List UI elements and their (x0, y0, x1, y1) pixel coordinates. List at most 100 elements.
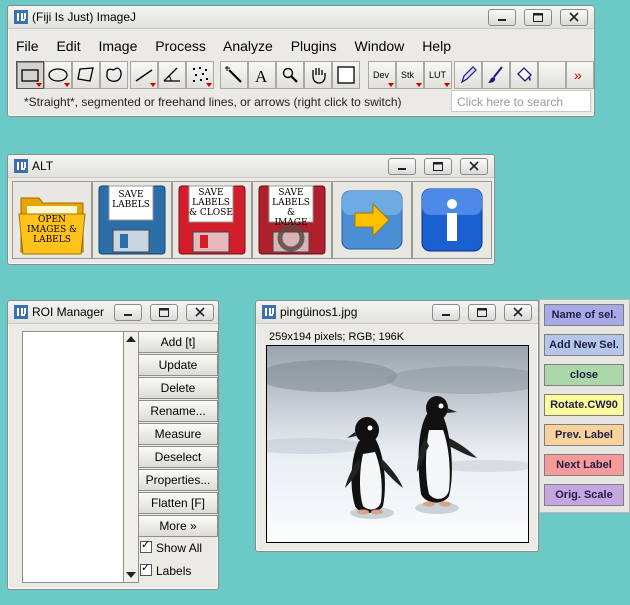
dev-menu-button[interactable]: Dev (368, 61, 396, 89)
color-picker-tool[interactable] (332, 61, 360, 89)
minimize-button[interactable] (387, 158, 416, 175)
alt-window: ALT OPEN IMAGES & LABELS SAVE LABELS SAV… (7, 154, 495, 265)
scroll-up-icon[interactable] (126, 336, 136, 342)
maximize-button[interactable] (423, 158, 452, 175)
imagej-logo-icon (14, 305, 28, 319)
imagej-logo-icon (262, 305, 276, 319)
hand-tool[interactable] (304, 61, 332, 89)
menu-edit[interactable]: Edit (56, 38, 80, 54)
update-button[interactable]: Update (138, 354, 218, 376)
polygon-tool[interactable] (72, 61, 100, 89)
orig-scale-button[interactable]: Orig. Scale (544, 484, 624, 506)
window-title: pingüinos1.jpg (280, 305, 358, 319)
maximize-button[interactable] (149, 304, 178, 321)
flatten-button[interactable]: Flatten [F] (138, 492, 218, 514)
show-all-checkbox[interactable]: Show All (140, 539, 202, 555)
window-title: (Fiji Is Just) ImageJ (32, 10, 137, 24)
checkbox-checked-icon (140, 539, 152, 553)
add-button[interactable]: Add [t] (138, 331, 218, 353)
alt-label-line: LABELS (192, 198, 230, 208)
menu-file[interactable]: File (16, 38, 39, 54)
measure-button[interactable]: Measure (138, 423, 218, 445)
flood-fill-icon (517, 67, 532, 82)
angle-icon (163, 67, 180, 82)
flood-fill-tool[interactable] (510, 61, 538, 89)
brush-tool[interactable] (482, 61, 510, 89)
alt-titlebar[interactable]: ALT (8, 155, 494, 178)
hand-icon (312, 68, 326, 84)
magnifier-tool[interactable] (276, 61, 304, 89)
prev-label-button[interactable]: Prev. Label (544, 424, 624, 446)
alt-label-line: IMAGE (274, 218, 308, 228)
pencil-icon (460, 66, 477, 84)
menu-process[interactable]: Process (155, 38, 206, 54)
more-button[interactable]: More » (138, 515, 218, 537)
angle-tool[interactable] (158, 61, 186, 89)
close-button[interactable] (560, 9, 588, 26)
roi-scrollbar[interactable] (123, 331, 139, 583)
more-tools-icon: » (574, 67, 582, 83)
roi-manager-window: ROI Manager Add [t] Update Delete Rename… (7, 300, 219, 590)
delete-button[interactable]: Delete (138, 377, 218, 399)
close-button[interactable] (504, 304, 532, 321)
svg-text:A: A (255, 67, 268, 86)
save-labels-close-button[interactable]: SAVE LABELS & CLOSE (172, 181, 252, 259)
rectangle-tool[interactable] (16, 61, 44, 89)
minimize-button[interactable] (113, 304, 142, 321)
oval-tool[interactable] (44, 61, 72, 89)
more-tools-button[interactable]: » (566, 61, 594, 89)
svg-text:LUT: LUT (429, 70, 447, 80)
imagej-logo-icon (14, 10, 28, 24)
window-title: ROI Manager (32, 305, 105, 319)
alt-label-line: LABELS (33, 235, 71, 245)
lut-menu-button[interactable]: LUT (424, 61, 452, 89)
minimize-button[interactable] (487, 9, 516, 26)
svg-text:Stk: Stk (401, 70, 415, 80)
wand-tool[interactable] (220, 61, 248, 89)
menu-image[interactable]: Image (98, 38, 137, 54)
text-tool[interactable]: A (248, 61, 276, 89)
stk-menu-button[interactable]: Stk (396, 61, 424, 89)
svg-text:»: » (574, 67, 582, 83)
info-button[interactable] (412, 181, 492, 259)
close-button[interactable] (460, 158, 488, 175)
status-text: *Straight*, segmented or freehand lines,… (24, 95, 402, 109)
labels-checkbox[interactable]: Labels (140, 562, 191, 578)
menu-analyze[interactable]: Analyze (223, 38, 273, 54)
freehand-tool[interactable] (100, 61, 128, 89)
imagej-window: (Fiji Is Just) ImageJ File Edit Image Pr… (7, 5, 595, 117)
save-labels-image-button[interactable]: SAVE LABELS & IMAGE (252, 181, 332, 259)
search-input[interactable]: Click here to search (451, 90, 591, 112)
menu-window[interactable]: Window (355, 38, 405, 54)
roi-titlebar[interactable]: ROI Manager (8, 301, 218, 324)
image-canvas[interactable] (266, 345, 529, 543)
name-of-selection-button[interactable]: Name of sel. (544, 304, 624, 326)
add-new-selection-button[interactable]: Add New Sel. (544, 334, 624, 356)
menu-plugins[interactable]: Plugins (291, 38, 337, 54)
close-button[interactable] (186, 304, 214, 321)
minimize-button[interactable] (431, 304, 460, 321)
maximize-button[interactable] (523, 9, 552, 26)
deselect-button[interactable]: Deselect (138, 446, 218, 468)
alt-label-line: LABELS & (272, 198, 310, 218)
roi-list[interactable] (22, 331, 124, 583)
scroll-down-icon[interactable] (126, 572, 136, 578)
close-label-button[interactable]: close (544, 364, 624, 386)
save-labels-button[interactable]: SAVE LABELS (92, 181, 172, 259)
imagej-titlebar[interactable]: (Fiji Is Just) ImageJ (8, 6, 594, 29)
multipoint-tool[interactable] (186, 61, 214, 89)
rotate-cw90-button[interactable]: Rotate.CW90 (544, 394, 624, 416)
next-label-button[interactable]: Next Label (544, 454, 624, 476)
next-image-button[interactable] (332, 181, 412, 259)
maximize-button[interactable] (467, 304, 496, 321)
rename-button[interactable]: Rename... (138, 400, 218, 422)
pencil-tool[interactable] (454, 61, 482, 89)
info-icon (421, 188, 483, 252)
image-titlebar[interactable]: pingüinos1.jpg (256, 301, 538, 324)
magnifier-icon (282, 67, 298, 83)
properties-button[interactable]: Properties... (138, 469, 218, 491)
text-icon: A (255, 67, 268, 86)
open-images-labels-button[interactable]: OPEN IMAGES & LABELS (12, 181, 92, 259)
image-window: pingüinos1.jpg 259x194 pixels; RGB; 196K (255, 300, 539, 552)
line-tool[interactable] (130, 61, 158, 89)
